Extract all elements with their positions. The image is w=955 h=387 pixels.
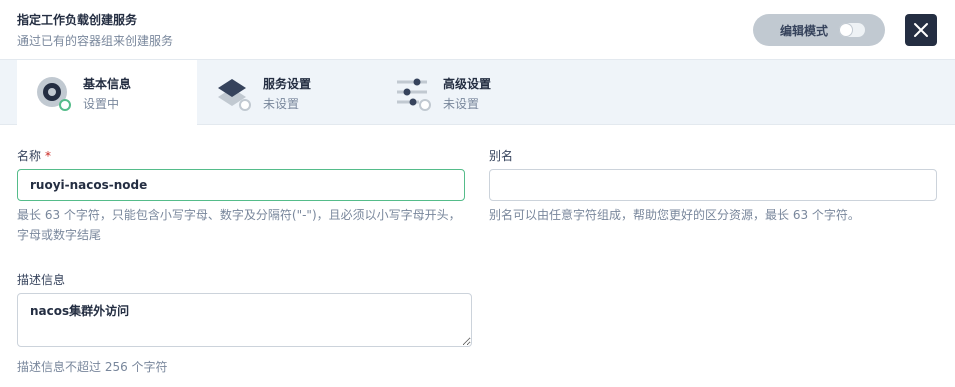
alias-hint: 别名可以由任意字符组成，帮助您更好的区分资源，最长 63 个字符。 <box>489 208 860 222</box>
name-label: 名称 * <box>17 147 51 164</box>
name-hint: 最长 63 个字符，只能包含小写字母、数字及分隔符("-")，且必须以小写字母开… <box>17 208 461 242</box>
modal-header: 指定工作负载创建服务 通过已有的容器组来创建服务 编辑模式 <box>0 0 955 60</box>
toggle-icon[interactable] <box>839 23 865 37</box>
name-input[interactable] <box>17 169 465 201</box>
alias-input[interactable] <box>489 169 937 201</box>
tab-advanced-settings[interactable]: 高级设置 未设置 <box>377 60 557 125</box>
close-button[interactable] <box>905 14 937 46</box>
tab-service-settings[interactable]: 服务设置 未设置 <box>197 60 377 125</box>
edit-mode-button[interactable]: 编辑模式 <box>753 14 885 46</box>
tab-label: 基本信息 <box>83 77 132 91</box>
edit-mode-label: 编辑模式 <box>780 24 829 38</box>
tab-status: 未设置 <box>443 97 480 111</box>
description-label: 描述信息 <box>17 273 66 287</box>
service-settings-icon <box>218 79 251 111</box>
tab-basic-info[interactable]: 基本信息 设置中 <box>17 60 197 125</box>
modal-title: 指定工作负载创建服务 <box>17 13 138 27</box>
basic-info-icon <box>37 77 71 111</box>
tab-status: 未设置 <box>263 97 300 111</box>
close-icon <box>914 23 928 37</box>
alias-label: 别名 <box>489 149 514 163</box>
tab-label: 服务设置 <box>263 77 312 91</box>
tab-label: 高级设置 <box>443 77 492 91</box>
modal-subtitle: 通过已有的容器组来创建服务 <box>17 34 174 48</box>
description-textarea[interactable]: nacos集群外访问 <box>17 293 472 347</box>
toggle-knob <box>840 24 852 36</box>
tab-status: 设置中 <box>83 97 120 111</box>
required-mark: * <box>45 149 52 163</box>
description-hint: 描述信息不超过 256 个字符 <box>17 360 168 374</box>
step-tabs: 基本信息 设置中 服务设置 未设置 高级设置 未设置 <box>0 60 955 125</box>
name-label-text: 名称 <box>17 149 42 163</box>
advanced-settings-icon <box>397 78 431 111</box>
